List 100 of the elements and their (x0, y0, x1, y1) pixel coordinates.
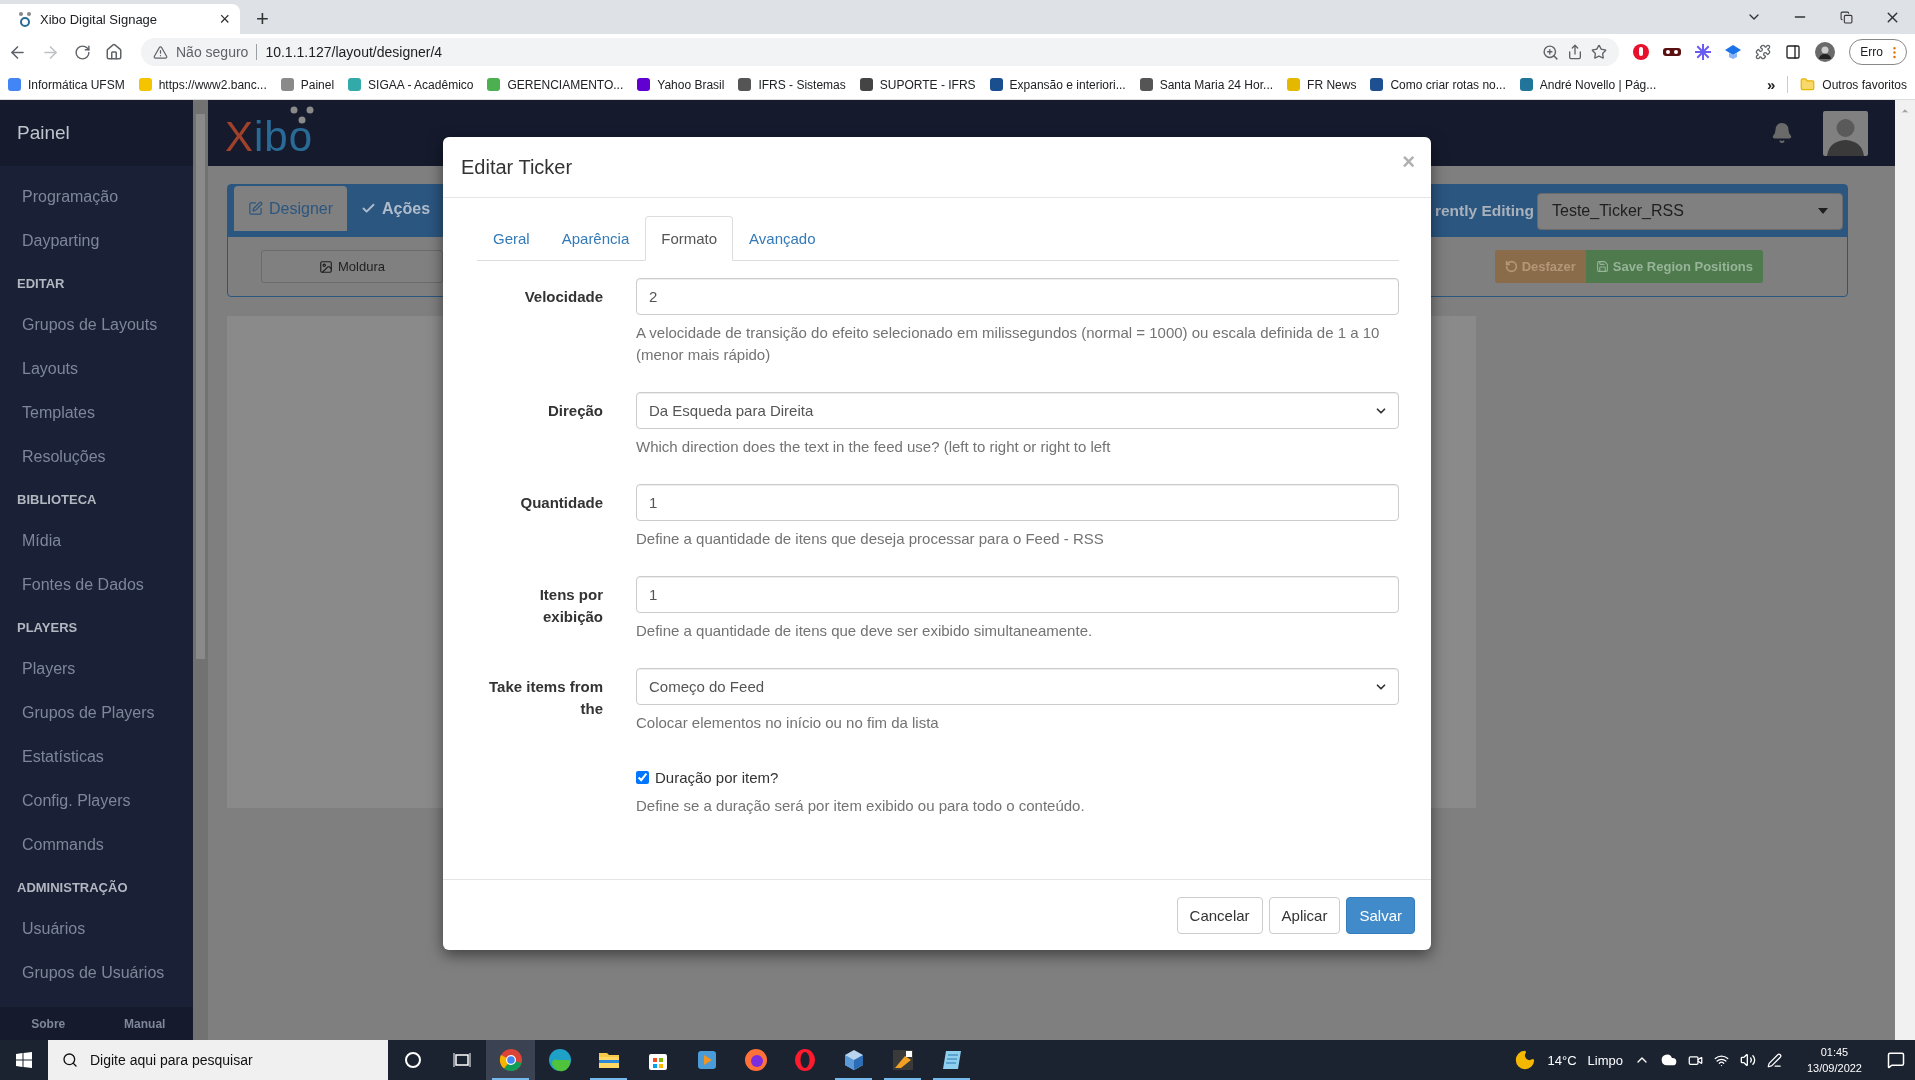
sidebar-item[interactable]: Layouts (0, 347, 193, 391)
select-field[interactable]: Da Esqueda para Direita (636, 392, 1399, 429)
help-text: Which direction does the text in the feed use? (left to right or right to left (636, 437, 1112, 457)
scrollbar[interactable] (193, 100, 208, 1040)
sidebar-item[interactable]: Grupos de Usuários (0, 951, 193, 995)
sidebar-item[interactable]: Mídia (0, 519, 193, 563)
layout-select[interactable]: Teste_Ticker_RSS (1537, 192, 1843, 230)
address-bar[interactable]: Não seguro 10.1.1.127/layout/designer/4 (141, 38, 1620, 66)
side-panel-icon[interactable] (1785, 44, 1802, 60)
tab-close-button[interactable]: × (219, 10, 230, 28)
bookmark[interactable]: André Novello | Pág... (1519, 77, 1657, 92)
field-label: Itens por exibição (538, 585, 603, 627)
sidebar-heading: EDITAR (16, 274, 66, 293)
taskbar-search-field[interactable]: Digite aqui para pesquisar (48, 1040, 388, 1080)
bookmark[interactable]: FR News (1287, 77, 1357, 92)
share-icon[interactable] (1567, 44, 1584, 60)
sidebar-item[interactable]: Config. Players (0, 779, 193, 823)
extensions-icon[interactable] (1755, 44, 1772, 60)
input-field[interactable]: 2 (636, 278, 1399, 315)
check-icon (361, 201, 377, 216)
tab[interactable]: Avançado (733, 216, 832, 261)
temperature: 14°C (1547, 1052, 1577, 1068)
tab[interactable]: Aparência (545, 216, 646, 261)
frame-button[interactable]: Moldura (261, 250, 443, 283)
restore-icon[interactable] (1839, 10, 1853, 24)
home-icon[interactable] (105, 43, 123, 61)
bookmark[interactable]: SIGAA - Acadêmico (348, 77, 474, 92)
opera-icon[interactable] (792, 1048, 817, 1072)
input-field[interactable]: 1 (636, 576, 1399, 613)
bookmark[interactable]: GERENCIAMENTO... (487, 77, 624, 92)
wifi-icon[interactable] (1713, 1052, 1729, 1068)
reload-icon[interactable] (74, 43, 91, 61)
burst-icon[interactable] (1695, 44, 1712, 60)
bookmark[interactable]: Yahoo Brasil (637, 77, 725, 92)
bookmark[interactable]: SUPORTE - IFRS (859, 77, 976, 92)
stop-sign-icon[interactable] (1633, 44, 1650, 60)
clock[interactable]: 01:45 13/09/2022 (1792, 1044, 1876, 1076)
bookmark[interactable]: Expansão e interiori... (989, 77, 1126, 92)
tab[interactable]: Geral (477, 216, 546, 261)
graduation-cap-icon[interactable] (1725, 44, 1742, 60)
sidebar-item[interactable]: Resoluções (0, 435, 193, 479)
paint-app-icon[interactable] (890, 1048, 915, 1072)
pen-icon[interactable] (1766, 1052, 1782, 1068)
star-icon[interactable] (1591, 44, 1608, 60)
bookmark[interactable]: Informática UFSM (8, 77, 125, 92)
dialog-button[interactable]: Cancelar (1176, 896, 1263, 934)
profile-avatar-icon[interactable] (1815, 42, 1836, 62)
sidebar-item[interactable]: Players (0, 647, 193, 691)
windows-icon[interactable] (16, 1052, 32, 1068)
sidebar-item[interactable]: Dayparting (0, 219, 193, 263)
help-text: Define a quantidade de itens que deve ser exibido simultaneamente. (636, 621, 1094, 641)
sidebar-item[interactable]: Fontes de Dados (0, 563, 193, 607)
sidebar-item[interactable]: Usuários (0, 907, 193, 951)
notifications-icon[interactable] (1887, 1051, 1905, 1069)
tab[interactable]: Formato (645, 216, 734, 261)
designer-tab[interactable]: Ações (347, 186, 445, 231)
sidebar-item[interactable]: Commands (0, 823, 193, 867)
bell-icon[interactable] (1771, 122, 1793, 144)
sidebar-item[interactable]: Templates (0, 391, 193, 435)
sidebar-footer-link[interactable]: Sobre (0, 1007, 97, 1040)
scrollbar[interactable] (1895, 100, 1915, 1040)
sidebar-item[interactable]: Grupos de Players (0, 691, 193, 735)
edge-icon[interactable] (547, 1048, 572, 1072)
bookmark[interactable]: Santa Maria 24 Hor... (1139, 77, 1274, 92)
volume-icon[interactable] (1739, 1052, 1756, 1068)
sidebar-item[interactable]: Programação (0, 175, 193, 219)
avatar[interactable] (1823, 110, 1868, 156)
new-tab-button[interactable]: + (256, 8, 269, 30)
cortana-icon[interactable] (403, 1051, 422, 1069)
dialog-button[interactable]: Aplicar (1268, 896, 1341, 934)
profile-button[interactable]: Erro (1849, 39, 1907, 65)
warning-icon (153, 44, 168, 60)
sidebar-item[interactable]: Estatísticas (0, 735, 193, 779)
sidebar-footer-link[interactable]: Manual (96, 1007, 193, 1040)
mask-icon[interactable] (1663, 46, 1682, 58)
task-view-icon[interactable] (452, 1051, 471, 1069)
help-text: A velocidade de transição do efeito selecionado em milissegundos (normal = 1000) ou escala definida de 1 a 10 (menor mais rápido) (636, 323, 1381, 365)
bookmark[interactable]: https://www2.banc... (138, 77, 267, 92)
weather-condition: Limpo (1587, 1052, 1623, 1068)
save-button[interactable]: Salvar (1346, 896, 1415, 934)
chrome-icon[interactable] (498, 1048, 523, 1072)
sidebar-item[interactable]: Grupos de Layouts (0, 303, 193, 347)
input-field[interactable]: 1 (636, 484, 1399, 521)
help-text: Colocar elementos no início ou no fim da lista (636, 713, 940, 733)
checkbox[interactable] (636, 770, 649, 784)
bookmark-folder[interactable]: Outros favoritos (1800, 77, 1907, 92)
browser-tab[interactable]: Xibo Digital Signage × (0, 4, 240, 34)
firefox-icon[interactable] (743, 1048, 768, 1072)
cloud-icon[interactable] (1660, 1052, 1677, 1068)
zoom-icon[interactable] (1542, 43, 1560, 61)
sidebar-heading: BIBLIOTECA (16, 490, 98, 509)
moon-icon (1514, 1049, 1537, 1071)
bookmark[interactable]: Painel (280, 77, 335, 92)
more-bookmarks-button[interactable]: » (1766, 76, 1789, 93)
folder-icon (1800, 77, 1816, 92)
bookmark[interactable]: IFRS - Sistemas (738, 77, 846, 92)
sidebar-heading: PLAYERS (16, 618, 79, 637)
field-label: Direção (546, 401, 603, 421)
bookmark[interactable]: Como criar rotas no... (1370, 77, 1506, 92)
select-field[interactable]: Começo do Feed (636, 668, 1399, 705)
